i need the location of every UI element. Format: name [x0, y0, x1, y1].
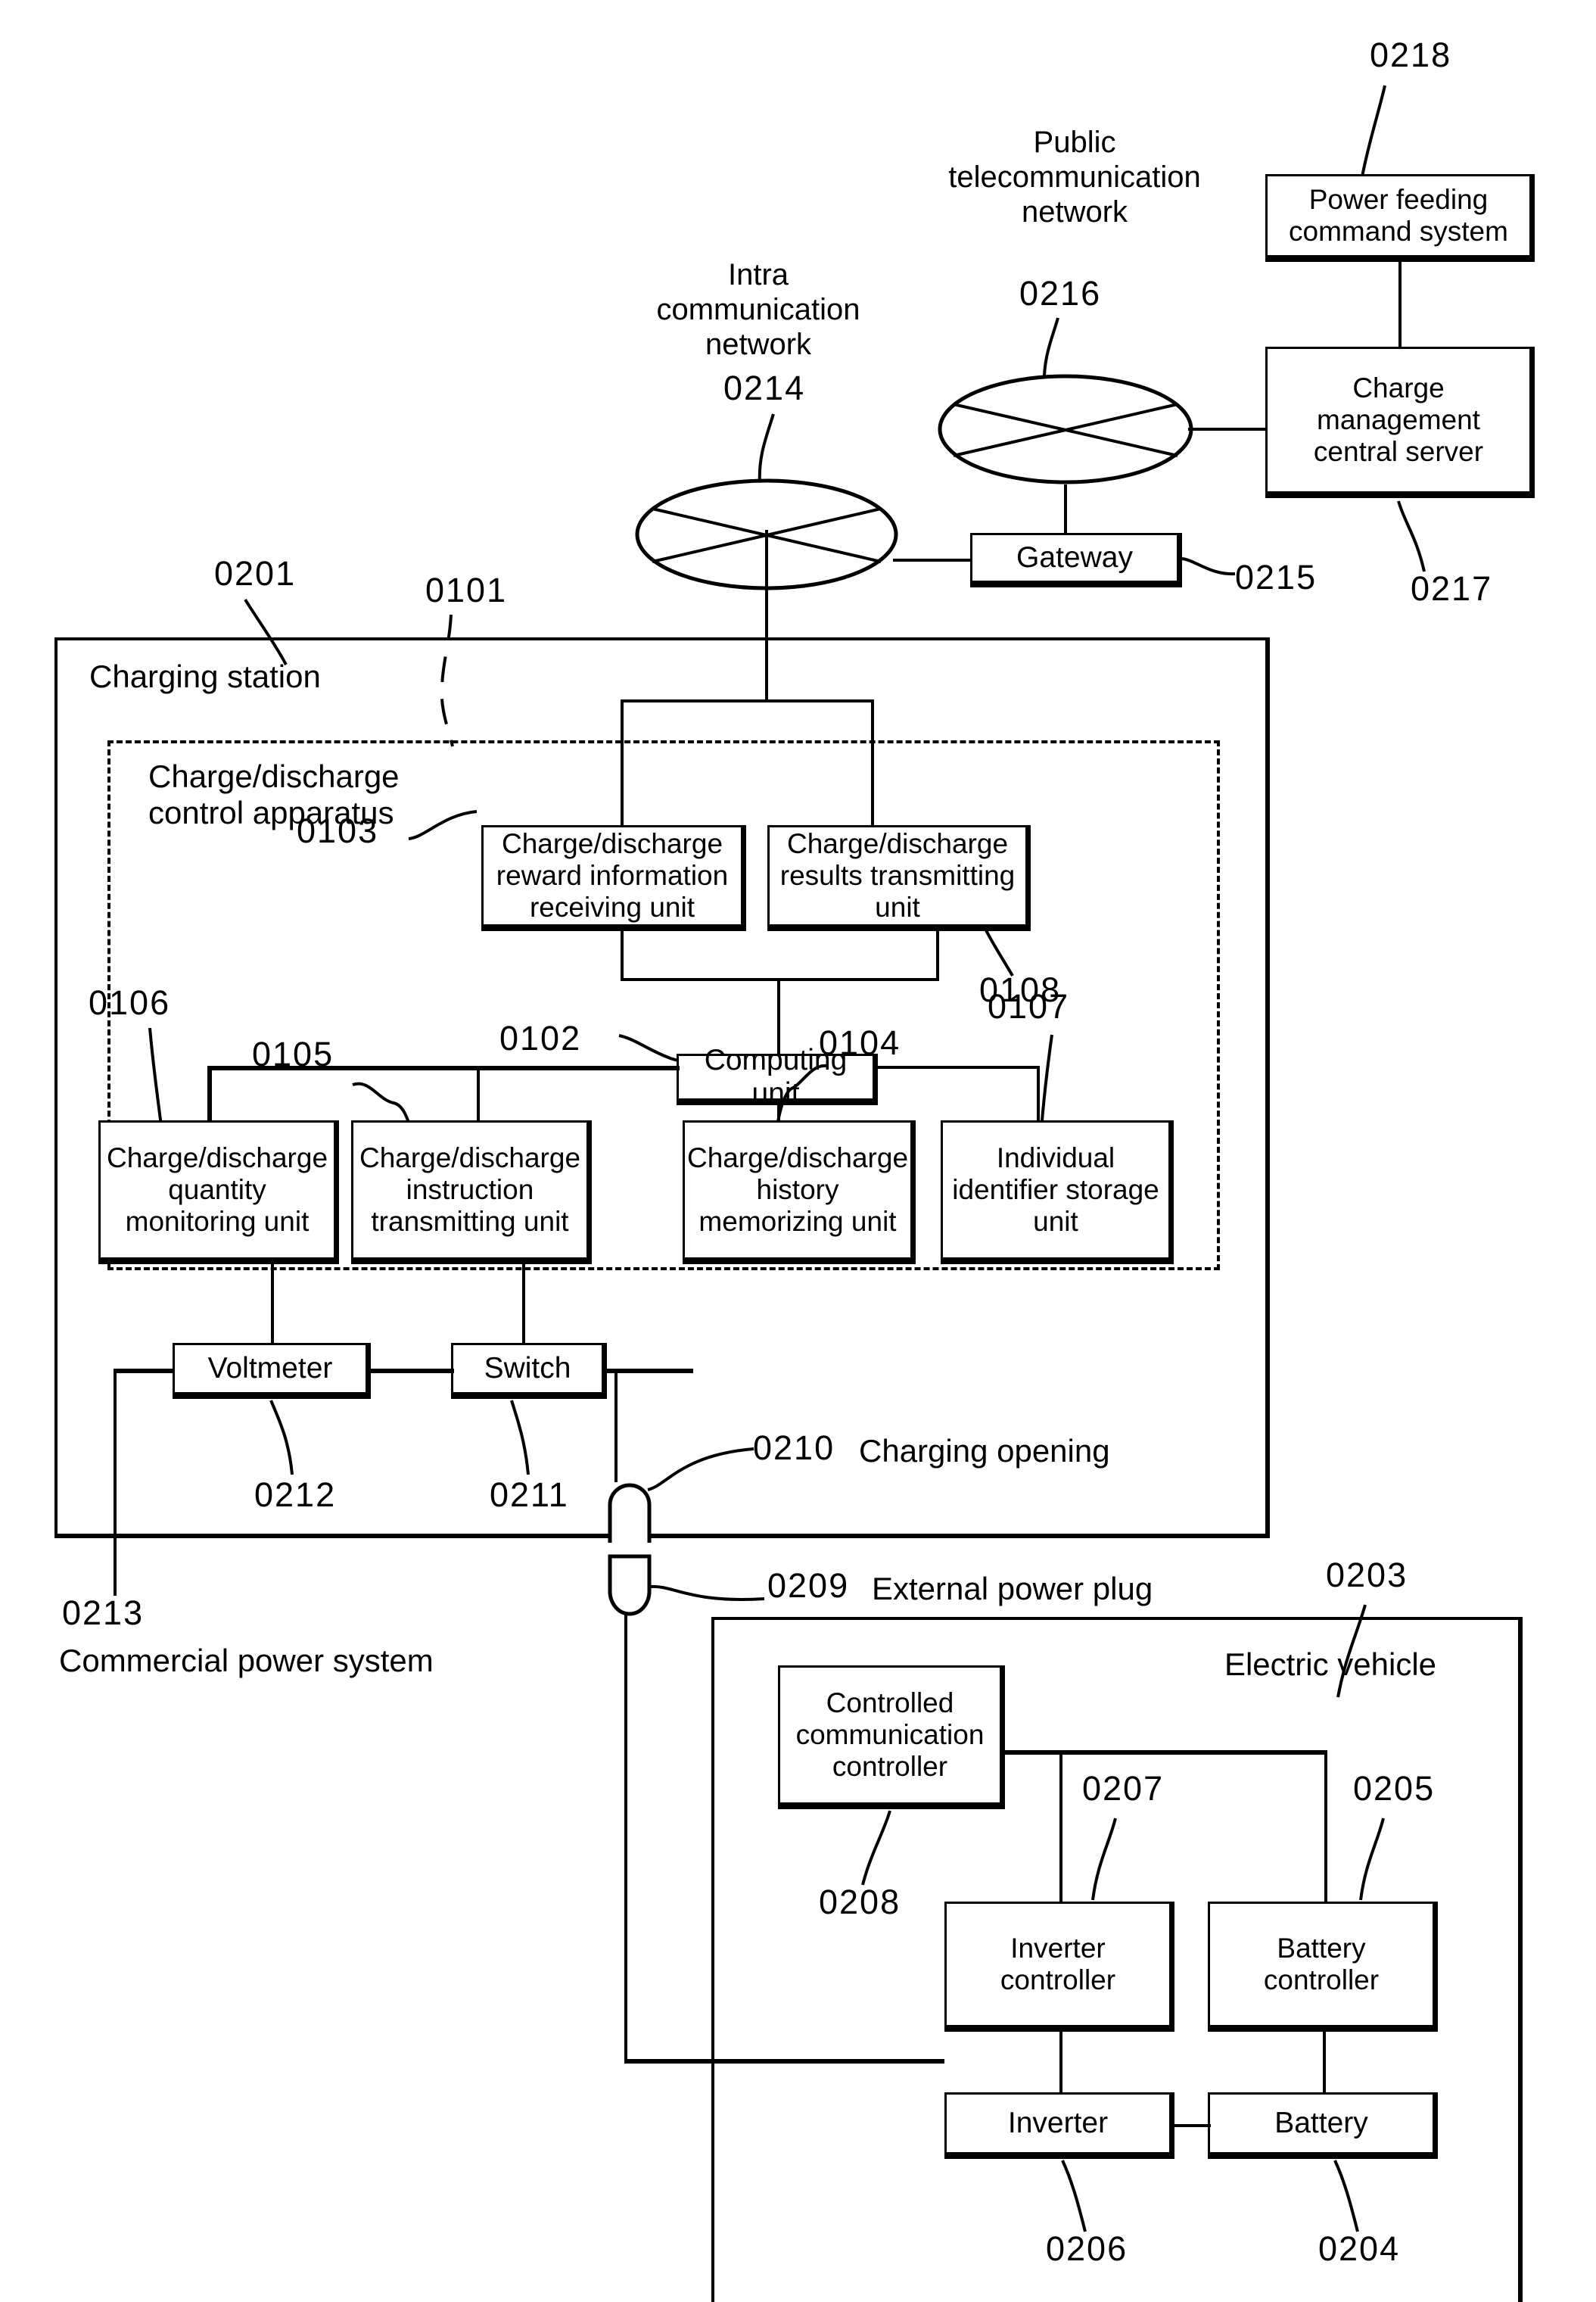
connector-instruction-to-switch	[522, 1264, 525, 1343]
connector-battery-controller-to-battery	[1323, 2032, 1326, 2095]
ref-0208: 0208	[819, 1883, 901, 1921]
connector-intra-cloud-to-gateway	[893, 559, 972, 562]
ref-0104: 0104	[819, 1023, 901, 1062]
history-memorizing-unit-box: Charge/discharge history memorizing unit	[683, 1120, 916, 1264]
results-transmitting-unit-box: Charge/discharge results transmitting un…	[767, 825, 1031, 931]
battery-box: Battery	[1208, 2092, 1438, 2159]
quantity-monitoring-unit-box: Charge/discharge quantity monitoring uni…	[98, 1120, 339, 1264]
voltmeter-box: Voltmeter	[173, 1343, 371, 1399]
identifier-storage-unit-box: Individual identifier storage unit	[941, 1120, 1174, 1264]
connector-drop-reward	[621, 775, 624, 828]
ref-0106: 0106	[89, 983, 171, 1022]
commercial-power-label: Commercial power system	[59, 1643, 434, 1678]
ref-0102: 0102	[499, 1019, 582, 1058]
power-feeding-command-system-box: Power feeding command system	[1265, 174, 1535, 262]
ref-0205: 0205	[1353, 1769, 1436, 1808]
connector-bus-to-battery-controller	[1324, 1750, 1327, 1902]
ref-0216: 0216	[1019, 274, 1102, 313]
leader-0101	[431, 613, 484, 749]
patent-figure: 0218 Power feeding command system Charge…	[0, 0, 1596, 2302]
leader-0207	[1069, 1817, 1144, 1904]
charging-opening-label: Charging opening	[859, 1433, 1110, 1469]
ref-0206: 0206	[1046, 2229, 1128, 2268]
connector-mains-down	[114, 1369, 117, 1596]
leader-0204	[1324, 2159, 1385, 2235]
connector-voltmeter-to-switch	[369, 1369, 454, 1373]
connector-results-down	[936, 931, 939, 981]
connector-pfcs-to-server	[1398, 262, 1402, 348]
ref-0204: 0204	[1318, 2229, 1401, 2268]
controlled-communication-controller-box: Controlled communication controller	[778, 1665, 1005, 1809]
intra-network-label: Intra communication network	[656, 258, 860, 361]
connector-drop-results	[871, 775, 874, 828]
ref-0203: 0203	[1326, 1556, 1408, 1594]
leader-0205	[1336, 1817, 1412, 1904]
connector-mains-to-voltmeter	[114, 1369, 174, 1373]
public-network-label: Public telecommunication network	[948, 126, 1201, 229]
connector-bus-to-results-col	[871, 699, 874, 778]
gateway-box: Gateway	[970, 533, 1182, 587]
leader-0211	[499, 1399, 552, 1478]
connector-public-cloud-to-server	[1188, 428, 1267, 431]
public-network-cloud-icon	[937, 372, 1194, 486]
instruction-transmitting-unit-box: Charge/discharge instruction transmittin…	[351, 1120, 592, 1264]
ref-0217: 0217	[1411, 569, 1493, 608]
leader-0212	[260, 1399, 313, 1478]
connector-reward-down	[621, 931, 624, 981]
ref-0209: 0209	[767, 1566, 850, 1605]
electric-vehicle-label: Electric vehicle	[1224, 1646, 1437, 1682]
ref-0213: 0213	[62, 1593, 145, 1632]
leader-0108	[970, 927, 1046, 980]
leader-0209	[648, 1575, 769, 1612]
connector-comm-controller-bus	[1005, 1750, 1327, 1755]
external-power-plug-icon	[605, 1553, 654, 1617]
ref-0218: 0218	[1370, 36, 1452, 74]
ref-0210: 0210	[753, 1428, 835, 1467]
inverter-box: Inverter	[944, 2092, 1174, 2159]
leader-0208	[852, 1809, 920, 1889]
ref-0215: 0215	[1235, 558, 1318, 597]
leader-0217	[1391, 500, 1474, 575]
ref-0107: 0107	[988, 987, 1070, 1026]
connector-inverter-controller-to-inverter	[1059, 2032, 1062, 2095]
ref-0105: 0105	[252, 1035, 334, 1073]
charging-station-label: Charging station	[89, 659, 321, 694]
ref-0212: 0212	[254, 1475, 337, 1514]
leader-0218	[1339, 82, 1423, 180]
connector-station-bus-top	[621, 699, 874, 702]
leader-0215	[1181, 553, 1241, 583]
leader-0210	[645, 1438, 758, 1499]
charge-management-central-server-box: Charge management central server	[1265, 347, 1535, 498]
battery-controller-box: Battery controller	[1208, 1902, 1438, 2032]
ref-0207: 0207	[1082, 1769, 1165, 1808]
ref-0103: 0103	[297, 811, 379, 850]
connector-monitoring-to-voltmeter	[271, 1264, 274, 1343]
connector-plug-cable-vertical	[624, 1614, 627, 2062]
connector-computing-bus-right	[876, 1066, 1040, 1069]
ref-0211: 0211	[490, 1475, 569, 1514]
ref-0214: 0214	[723, 369, 806, 407]
ref-0101: 0101	[425, 571, 508, 609]
connector-opening-drop	[614, 1369, 618, 1482]
connector-bus-to-inverter-controller	[1059, 1750, 1062, 1902]
switch-box: Switch	[451, 1343, 607, 1399]
leader-0206	[1052, 2159, 1112, 2235]
reward-receiving-unit-box: Charge/discharge reward information rece…	[481, 825, 746, 931]
ref-0201: 0201	[214, 554, 297, 593]
connector-bus-to-reward-col	[621, 699, 624, 778]
connector-public-cloud-to-gateway	[1064, 484, 1067, 537]
leader-0103	[407, 802, 483, 848]
connector-inverter-to-battery	[1173, 2124, 1211, 2127]
external-power-plug-label: External power plug	[872, 1571, 1153, 1606]
inverter-controller-box: Inverter controller	[944, 1902, 1174, 2032]
